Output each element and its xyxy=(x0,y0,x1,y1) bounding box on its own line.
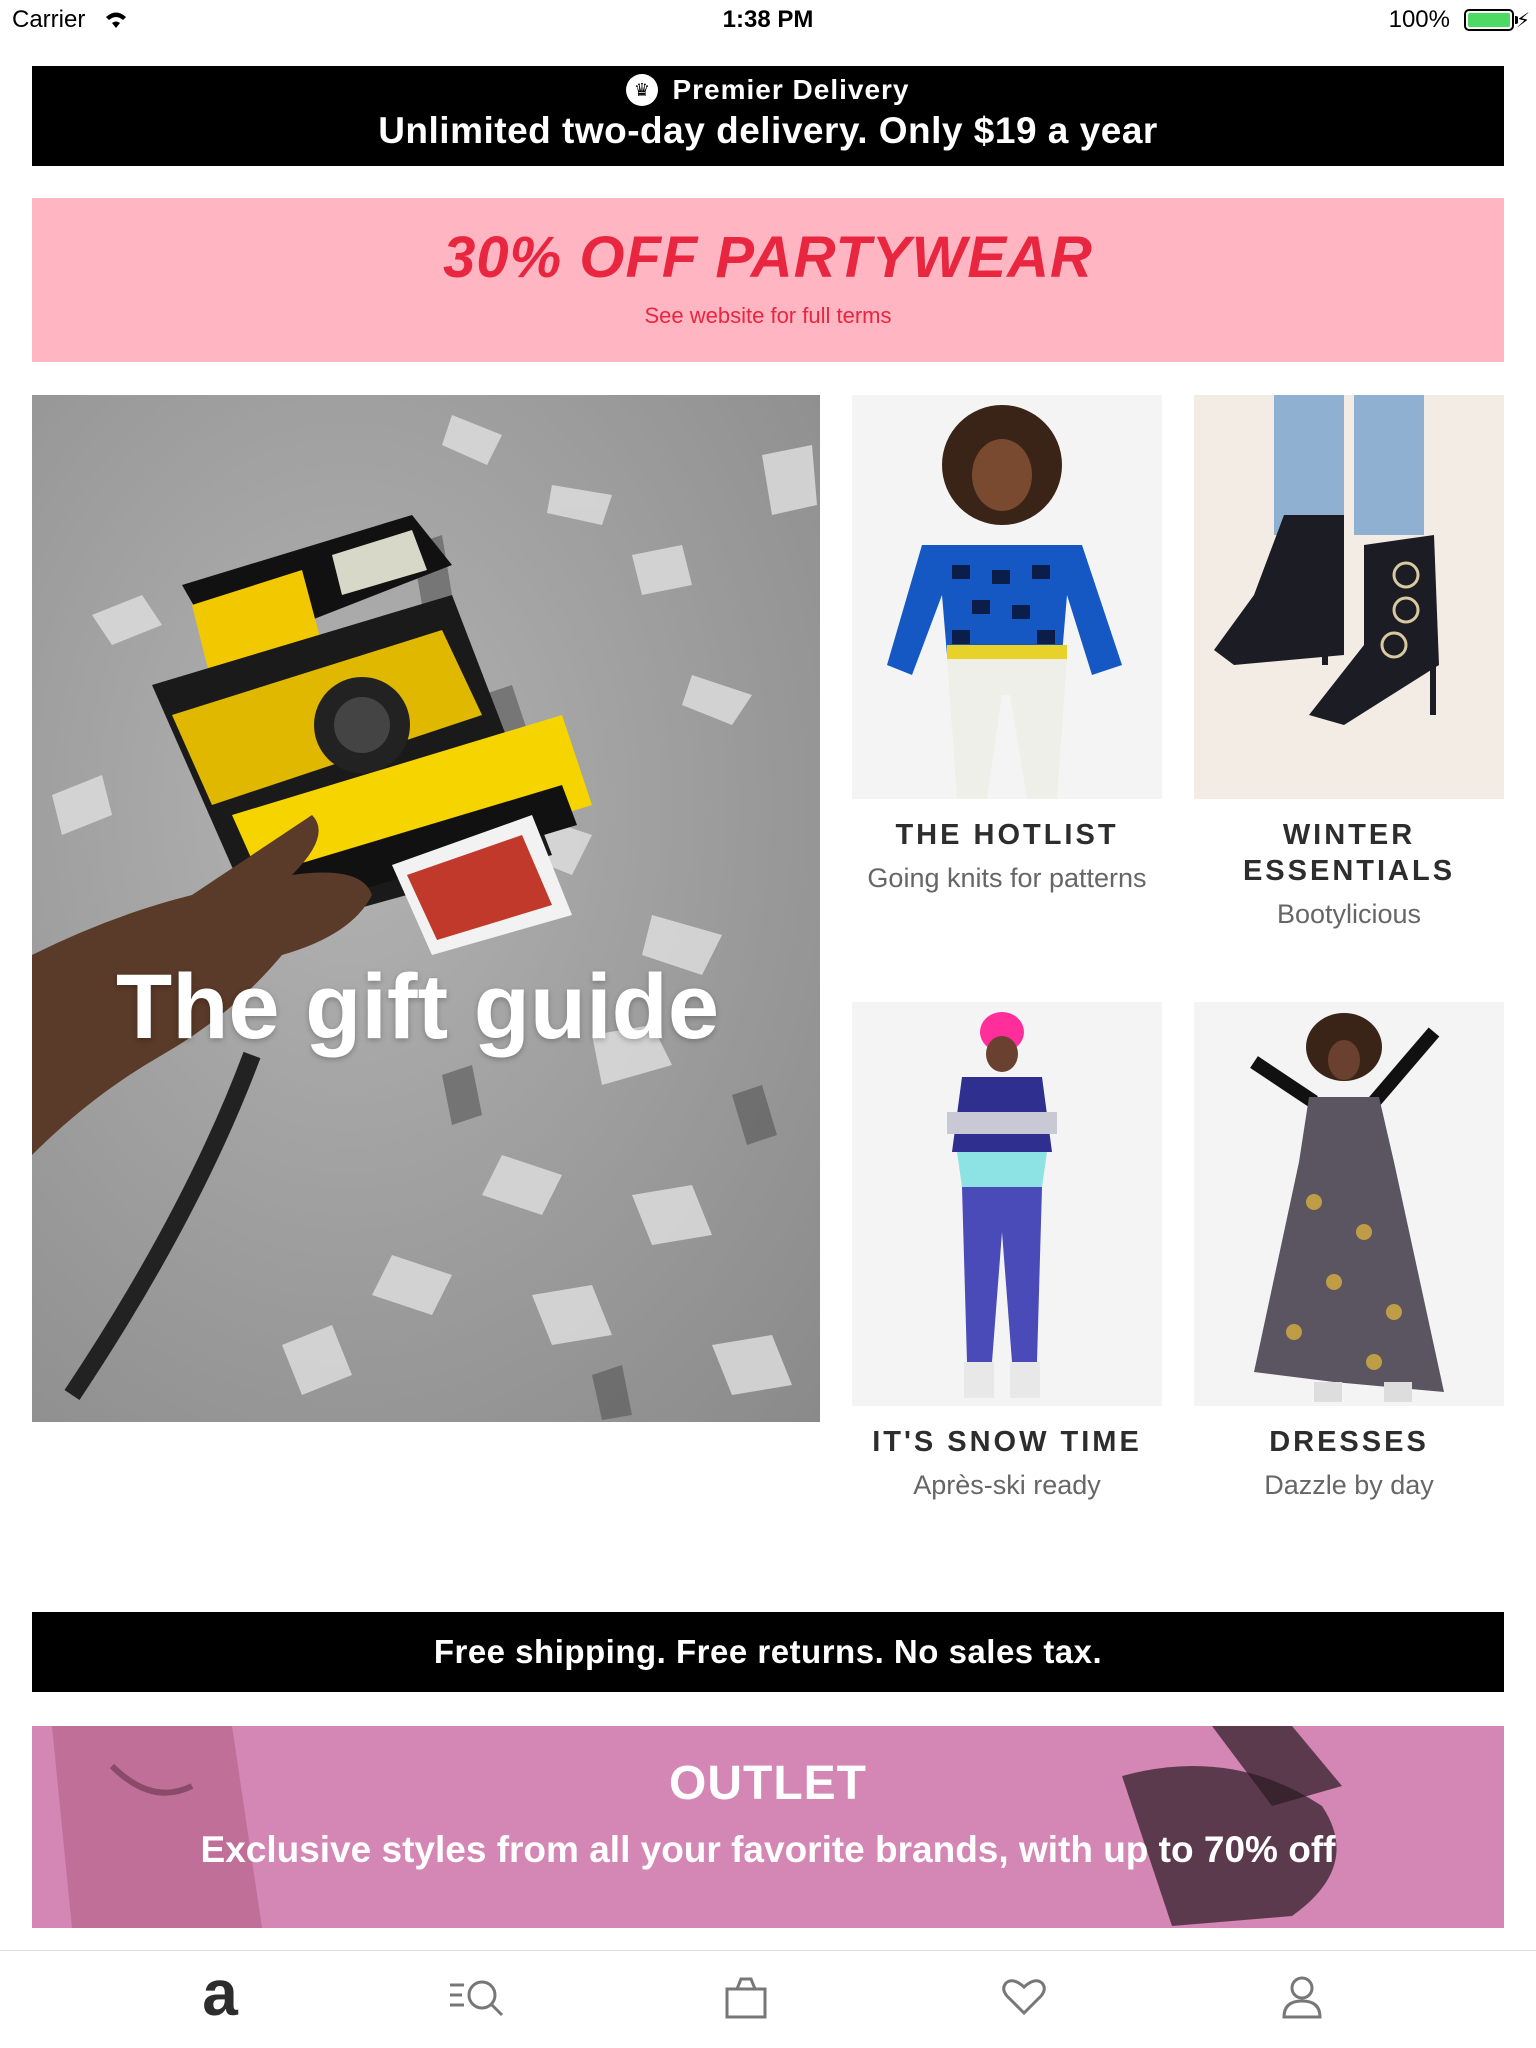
account-icon xyxy=(1282,1976,1322,2019)
sale-title: 30% OFF PARTYWEAR xyxy=(443,225,1093,290)
tab-home[interactable]: a xyxy=(180,1957,260,2029)
tile-title: WINTER ESSENTIALS xyxy=(1242,819,1456,887)
tab-saved[interactable] xyxy=(984,1967,1064,2027)
tile-dresses[interactable]: DRESSES Dazzle by day xyxy=(1194,1002,1504,1501)
status-bar: Carrier 1:38 PM 100% ⚡ xyxy=(0,0,1536,40)
tile-the-hotlist[interactable]: THE HOTLIST Going knits for patterns xyxy=(852,395,1162,894)
crown-icon: ♛ xyxy=(626,74,659,106)
heart-icon xyxy=(1002,1979,1046,2016)
gift-guide-hero[interactable]: The gift guide xyxy=(32,395,820,1422)
tab-search[interactable] xyxy=(440,1967,520,2027)
premier-title: Premier Delivery xyxy=(672,74,910,105)
outlet-title: OUTLET xyxy=(669,1757,867,1810)
charging-icon: ⚡ xyxy=(1515,10,1530,32)
tile-subtitle: Bootylicious xyxy=(1276,899,1422,929)
tile-subtitle: Dazzle by day xyxy=(1264,1470,1434,1500)
gift-guide-title: The gift guide xyxy=(116,956,720,1058)
free-shipping-banner[interactable]: Free shipping. Free returns. No sales ta… xyxy=(32,1612,1504,1692)
snow-time-image xyxy=(852,1002,1162,1406)
tile-title: IT'S SNOW TIME xyxy=(872,1426,1142,1458)
tile-subtitle: Going knits for patterns xyxy=(867,863,1147,893)
tile-subtitle: Après-ski ready xyxy=(913,1470,1101,1500)
tab-bar: a xyxy=(0,1950,1536,2048)
status-time: 1:38 PM xyxy=(722,6,814,33)
battery-percent: 100% xyxy=(1388,6,1450,33)
outlet-banner[interactable]: OUTLET Exclusive styles from all your fa… xyxy=(32,1726,1504,1928)
hotlist-image xyxy=(852,395,1162,799)
tile-winter-essentials[interactable]: WINTER ESSENTIALS Bootylicious xyxy=(1194,395,1504,930)
search-icon xyxy=(450,1980,504,2017)
outlet-subtitle: Exclusive styles from all your favorite … xyxy=(200,1829,1336,1870)
home-logo-icon: a xyxy=(202,1957,238,2029)
tile-title: DRESSES xyxy=(1269,1426,1429,1458)
gift-guide-image xyxy=(32,415,817,1420)
dresses-image xyxy=(1194,1002,1504,1406)
premier-subtitle: Unlimited two-day delivery. Only $19 a y… xyxy=(378,110,1158,151)
battery-icon xyxy=(1464,9,1518,31)
sale-banner[interactable]: 30% OFF PARTYWEAR See website for full t… xyxy=(32,198,1504,362)
tile-its-snow-time[interactable]: IT'S SNOW TIME Après-ski ready xyxy=(852,1002,1162,1501)
premier-delivery-banner[interactable]: ♛ Premier Delivery Unlimited two-day del… xyxy=(32,66,1504,166)
tile-title: THE HOTLIST xyxy=(895,819,1119,851)
bag-icon xyxy=(725,1977,767,2019)
tab-bag[interactable] xyxy=(706,1967,786,2027)
winter-essentials-image xyxy=(1194,395,1504,799)
sale-terms: See website for full terms xyxy=(644,303,892,328)
tab-account[interactable] xyxy=(1262,1967,1342,2027)
